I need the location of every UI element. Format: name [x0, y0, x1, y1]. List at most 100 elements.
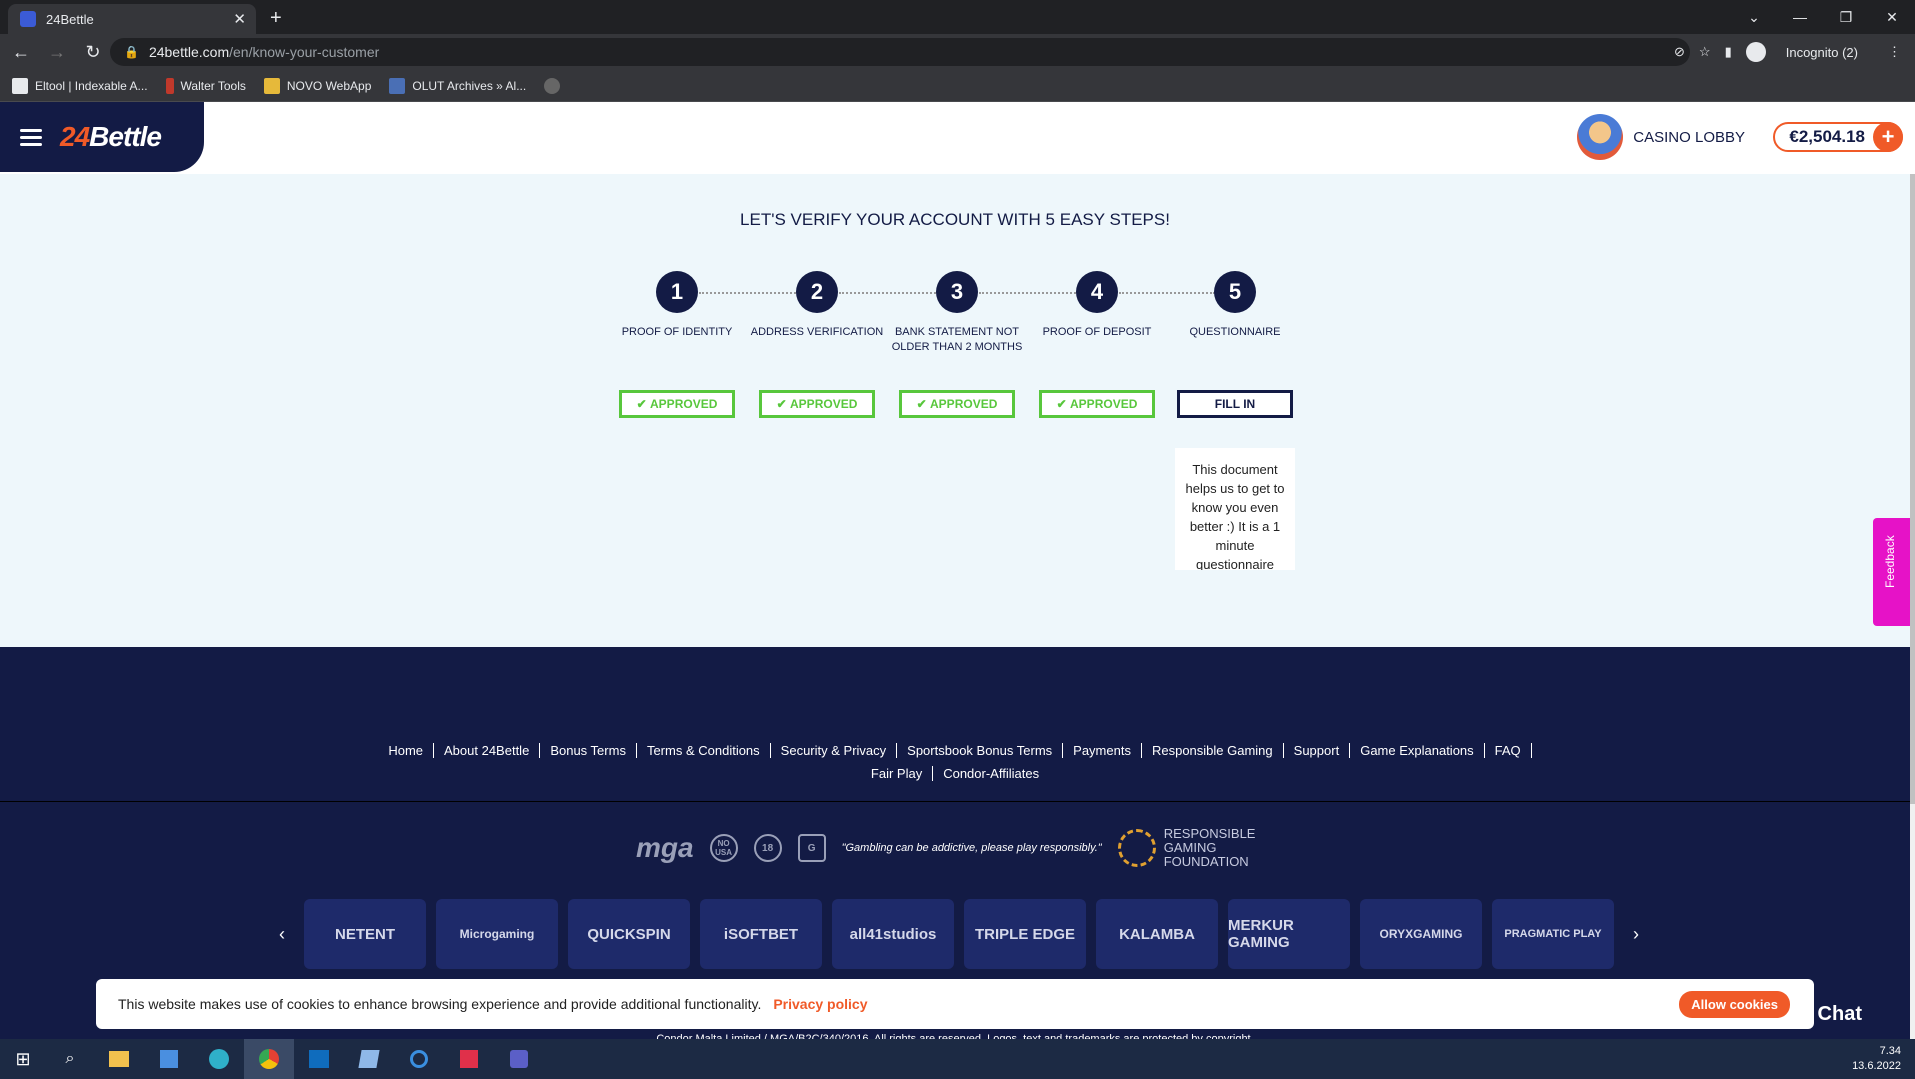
mga-logo[interactable]: mga — [636, 832, 694, 864]
globe-icon — [544, 77, 561, 94]
provider-logo[interactable]: QUICKSPIN — [568, 899, 690, 969]
footer-link-game-explanations[interactable]: Game Explanations — [1350, 743, 1485, 758]
provider-logo[interactable]: ORYXGAMING — [1360, 899, 1482, 969]
cookie-banner: This website makes use of cookies to enh… — [96, 979, 1814, 1029]
search-icon[interactable]: ⌕ — [46, 1039, 94, 1079]
star-icon[interactable]: ☆ — [1699, 44, 1711, 60]
tab-title: 24Bettle — [46, 11, 94, 27]
tab-search-icon[interactable]: ⌄ — [1731, 9, 1777, 26]
footer-link-responsible-gaming[interactable]: Responsible Gaming — [1142, 743, 1284, 758]
site-header: 24Bettle CASINO LOBBY €2,504.18 + — [0, 102, 1915, 174]
allow-cookies-button[interactable]: Allow cookies — [1679, 991, 1790, 1018]
teams-icon[interactable] — [494, 1039, 544, 1079]
url-input[interactable]: 🔒 24bettle.com/en/know-your-customer — [110, 38, 1690, 66]
footer-link-bonus-terms[interactable]: Bonus Terms — [540, 743, 637, 758]
address-bar-row: ← → ↻ 🔒 24bettle.com/en/know-your-custom… — [0, 34, 1915, 70]
step-label: QUESTIONNAIRE — [1189, 326, 1281, 338]
windows-start-icon[interactable]: ⊞ — [0, 1039, 46, 1079]
privacy-policy-link[interactable]: Privacy policy — [773, 996, 867, 1012]
provider-logo[interactable]: Microgaming — [436, 899, 558, 969]
close-tab-icon[interactable]: ✕ — [233, 10, 246, 28]
step-1: 1 PROOF OF IDENTITY — [607, 271, 747, 355]
balance-display[interactable]: €2,504.18 + — [1773, 122, 1903, 152]
chevron-left-icon[interactable]: ‹ — [270, 924, 294, 945]
gambling-warning: "Gambling can be addictive, please play … — [841, 842, 1102, 854]
footer-link-about[interactable]: About 24Bettle — [434, 743, 541, 758]
footer-link-faq[interactable]: FAQ — [1485, 743, 1532, 758]
provider-logo[interactable]: iSOFTBET — [700, 899, 822, 969]
provider-logo[interactable]: all41studios — [832, 899, 954, 969]
restore-icon[interactable]: ❐ — [1823, 9, 1869, 26]
step-label: PROOF OF DEPOSIT — [1042, 326, 1152, 338]
step-4-status: ✔ APPROVED — [1039, 390, 1155, 418]
step-number: 4 — [1076, 271, 1118, 313]
file-explorer-icon[interactable] — [94, 1039, 144, 1079]
footer-link-home[interactable]: Home — [378, 743, 435, 758]
clock-time: 7.34 — [1879, 1045, 1901, 1057]
close-window-icon[interactable]: ✕ — [1869, 9, 1915, 26]
bookmark-item[interactable]: NOVO WebApp — [263, 77, 371, 94]
snip-icon[interactable] — [444, 1039, 494, 1079]
toolbar-right: ⊘ ☆ ▮ Incognito (2) ⋮ — [1674, 42, 1915, 62]
provider-carousel: ‹ NETENT Microgaming QUICKSPIN iSOFTBET … — [270, 899, 1648, 969]
step-2: 2 ADDRESS VERIFICATION — [747, 271, 887, 355]
bookmark-item[interactable]: Eltool | Indexable A... — [12, 77, 148, 94]
hamburger-menu-icon[interactable] — [20, 125, 42, 150]
step-2-status: ✔ APPROVED — [759, 390, 875, 418]
step-number: 3 — [936, 271, 978, 313]
scrollbar-thumb[interactable] — [1910, 174, 1915, 804]
sync-icon[interactable] — [394, 1039, 444, 1079]
provider-logo[interactable]: KALAMBA — [1096, 899, 1218, 969]
provider-logo[interactable]: MERKUR GAMING — [1228, 899, 1350, 969]
incognito-badge[interactable]: Incognito (2) — [1745, 42, 1872, 62]
feedback-tab[interactable]: Feedback — [1873, 518, 1911, 626]
chrome-icon[interactable] — [244, 1039, 294, 1079]
system-clock[interactable]: 7.34 13.6.2022 — [1852, 1044, 1901, 1074]
edge-icon[interactable] — [194, 1039, 244, 1079]
footer-link-fair-play[interactable]: Fair Play — [861, 766, 934, 781]
new-tab-icon[interactable]: + — [270, 7, 282, 30]
casino-lobby-label: CASINO LOBBY — [1633, 128, 1745, 146]
step-1-status: ✔ APPROVED — [619, 390, 735, 418]
back-icon[interactable]: ← — [6, 42, 36, 63]
page-title: LET'S VERIFY YOUR ACCOUNT WITH 5 EASY ST… — [740, 210, 1170, 229]
site-logo[interactable]: 24Bettle — [60, 121, 162, 153]
rgf-logo[interactable]: RESPONSIBLE GAMING FOUNDATION — [1117, 827, 1274, 869]
reload-icon[interactable]: ↻ — [78, 42, 108, 63]
outlook-icon[interactable] — [294, 1039, 344, 1079]
bookmark-item[interactable] — [544, 77, 567, 94]
footer-link-affiliates[interactable]: Condor-Affiliates — [933, 766, 1049, 781]
step-3: 3 BANK STATEMENT NOT OLDER THAN 2 MONTHS — [887, 271, 1027, 355]
bookmark-item[interactable]: OLUT Archives » Al... — [389, 77, 526, 94]
sidepanel-icon[interactable]: ▮ — [1725, 44, 1732, 60]
casino-lobby-link[interactable]: CASINO LOBBY — [1577, 114, 1745, 160]
page-scrollbar[interactable] — [1910, 174, 1915, 1057]
chevron-right-icon[interactable]: › — [1624, 924, 1648, 945]
minimize-icon[interactable]: — — [1777, 9, 1823, 25]
footer-link-sportsbook-bonus[interactable]: Sportsbook Bonus Terms — [897, 743, 1064, 758]
fill-in-button[interactable]: FILL IN — [1177, 390, 1293, 418]
url-domain: 24bettle.com — [148, 44, 230, 60]
footer-link-terms[interactable]: Terms & Conditions — [637, 743, 771, 758]
footer-link-payments[interactable]: Payments — [1063, 743, 1142, 758]
plus-icon[interactable]: + — [1873, 122, 1903, 152]
step-number: 2 — [796, 271, 838, 313]
store-icon[interactable] — [144, 1039, 194, 1079]
menu-dots-icon[interactable]: ⋮ — [1888, 44, 1901, 60]
eye-off-icon[interactable]: ⊘ — [1674, 44, 1685, 60]
no-usa-icon: NO USA — [709, 834, 738, 862]
browser-tab[interactable]: 24Bettle ✕ — [8, 4, 256, 34]
incognito-icon — [1745, 42, 1766, 62]
windows-taskbar: ⊞ ⌕ 7.34 13.6.2022 — [0, 1039, 1915, 1079]
provider-logo[interactable]: NETENT — [304, 899, 426, 969]
provider-logo[interactable]: PRAGMATIC PLAY — [1492, 899, 1614, 969]
footer-link-support[interactable]: Support — [1284, 743, 1351, 758]
bookmarks-bar: Eltool | Indexable A... Walter Tools NOV… — [0, 70, 1915, 102]
gamcare-icon[interactable]: G — [797, 834, 826, 862]
provider-logo[interactable]: TRIPLE EDGE — [964, 899, 1086, 969]
footer-link-security[interactable]: Security & Privacy — [771, 743, 898, 758]
forward-icon[interactable]: → — [42, 42, 72, 63]
notes-icon[interactable] — [344, 1039, 394, 1079]
step-4: 4 PROOF OF DEPOSIT — [1027, 271, 1167, 355]
bookmark-item[interactable]: Walter Tools — [165, 77, 246, 94]
